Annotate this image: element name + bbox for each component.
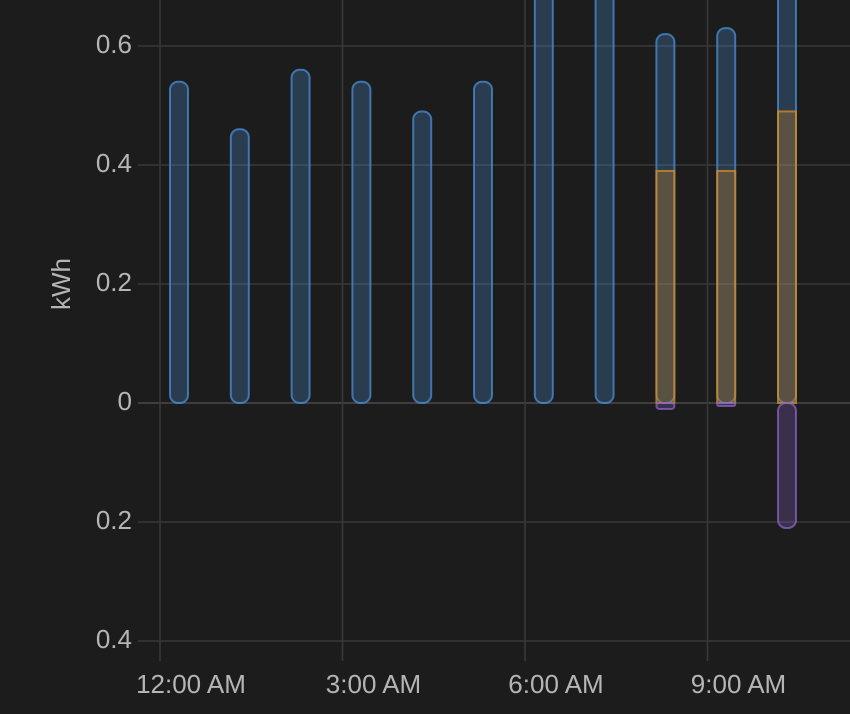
chart: 0.6 0.4 0.2 0 0.2 0.4 12:00 AM 3:00 AM 6:00 AM 9…	[46, 0, 850, 699]
y-tick-label: 0.6	[96, 29, 132, 59]
solar-bar	[655, 169, 676, 404]
consumption-bar	[533, 0, 554, 404]
consumption-bar	[169, 80, 189, 404]
return-bar	[716, 402, 737, 407]
return-bar	[777, 402, 797, 529]
consumption-bar	[229, 128, 250, 405]
x-tick-label: 3:00 AM	[326, 669, 421, 699]
y-tick-label: 0	[118, 386, 132, 416]
solar-bar	[716, 169, 737, 404]
consumption-bar	[290, 68, 311, 405]
y-tick-label: 0.2	[96, 267, 132, 297]
return-bar	[655, 402, 676, 410]
solar-bar	[777, 110, 797, 404]
consumption-bar	[412, 110, 433, 404]
consumption-bar	[594, 0, 615, 404]
y-axis-title: kWh	[46, 258, 76, 310]
y-tick-label: 0.2	[96, 505, 132, 535]
y-tick-label: 0.4	[96, 624, 132, 654]
x-tick-label: 12:00 AM	[136, 669, 246, 699]
x-tick-label: 9:00 AM	[691, 669, 786, 699]
y-tick-labels: 0.6 0.4 0.2 0 0.2 0.4	[96, 29, 132, 654]
consumption-bar	[473, 80, 493, 404]
consumption-bar	[351, 80, 372, 404]
bars	[169, 0, 797, 529]
y-tick-label: 0.4	[96, 148, 132, 178]
x-tick-labels: 12:00 AM 3:00 AM 6:00 AM 9:00 AM	[136, 669, 786, 699]
x-tick-label: 6:00 AM	[508, 669, 603, 699]
